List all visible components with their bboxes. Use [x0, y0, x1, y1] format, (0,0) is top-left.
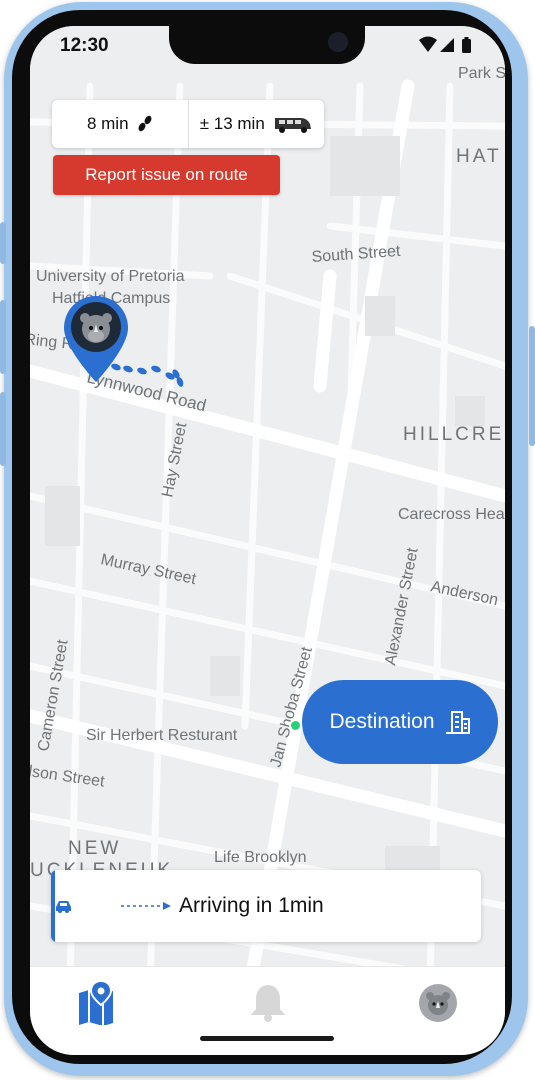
user-location-pin[interactable]: [64, 296, 128, 382]
side-button: [0, 392, 6, 466]
car-icon: [56, 901, 71, 913]
bottom-nav: [30, 966, 505, 1055]
map-label-sir-herbert: Sir Herbert Resturant: [86, 727, 238, 744]
bell-icon: [251, 985, 285, 1022]
nav-map[interactable]: [74, 981, 118, 1025]
map-label-university-1: University of Pretoria: [36, 268, 185, 285]
camera: [328, 32, 348, 52]
arrival-text: Arriving in 1min: [179, 894, 324, 917]
map-pin-icon: [79, 981, 113, 1025]
side-button: [0, 222, 6, 264]
status-icons: [419, 36, 471, 53]
home-indicator: [200, 1036, 334, 1041]
destination-bubble[interactable]: Destination: [302, 680, 498, 764]
wifi-icon: [419, 36, 437, 52]
walk-eta-text: 8 min: [86, 114, 129, 133]
walk-eta: 8 min: [52, 100, 188, 148]
side-button: [529, 326, 535, 446]
dashed-arrow-icon: [121, 902, 171, 910]
map-label-life-brooklyn: Life Brooklyn: [214, 849, 307, 866]
map-label-carecross: Carecross Hea: [398, 506, 505, 523]
report-issue-button[interactable]: Report issue on route: [53, 155, 280, 195]
taxi-eta-text: ± 13 min: [199, 114, 265, 133]
map-label-hat: HAT: [456, 146, 502, 167]
destination-marker-dot: [289, 719, 302, 732]
signal-icon: [440, 38, 454, 52]
arrival-card: Arriving in 1min: [51, 870, 481, 942]
side-button: [0, 300, 6, 374]
app-screen: Park S HAT South Street University of Pr…: [30, 26, 505, 1055]
map-label-new: NEW: [68, 838, 121, 859]
nav-profile[interactable]: [416, 981, 460, 1025]
footsteps-icon: [138, 115, 151, 132]
map-label-hillcrest: HILLCRE: [403, 424, 504, 445]
battery-icon: [462, 39, 471, 53]
taxi-eta: ± 13 min: [187, 100, 325, 148]
destination-label: Destination: [329, 710, 435, 733]
status-time: 12:30: [60, 35, 109, 56]
eta-card: 8 min ± 13 min: [52, 100, 324, 148]
nav-notifications[interactable]: [246, 981, 290, 1025]
minibus-taxi-icon: [274, 118, 311, 133]
profile-avatar-icon: [419, 984, 457, 1022]
notch: [169, 26, 365, 64]
map-label-park: Park S: [458, 65, 505, 82]
building-icon: [445, 711, 470, 734]
